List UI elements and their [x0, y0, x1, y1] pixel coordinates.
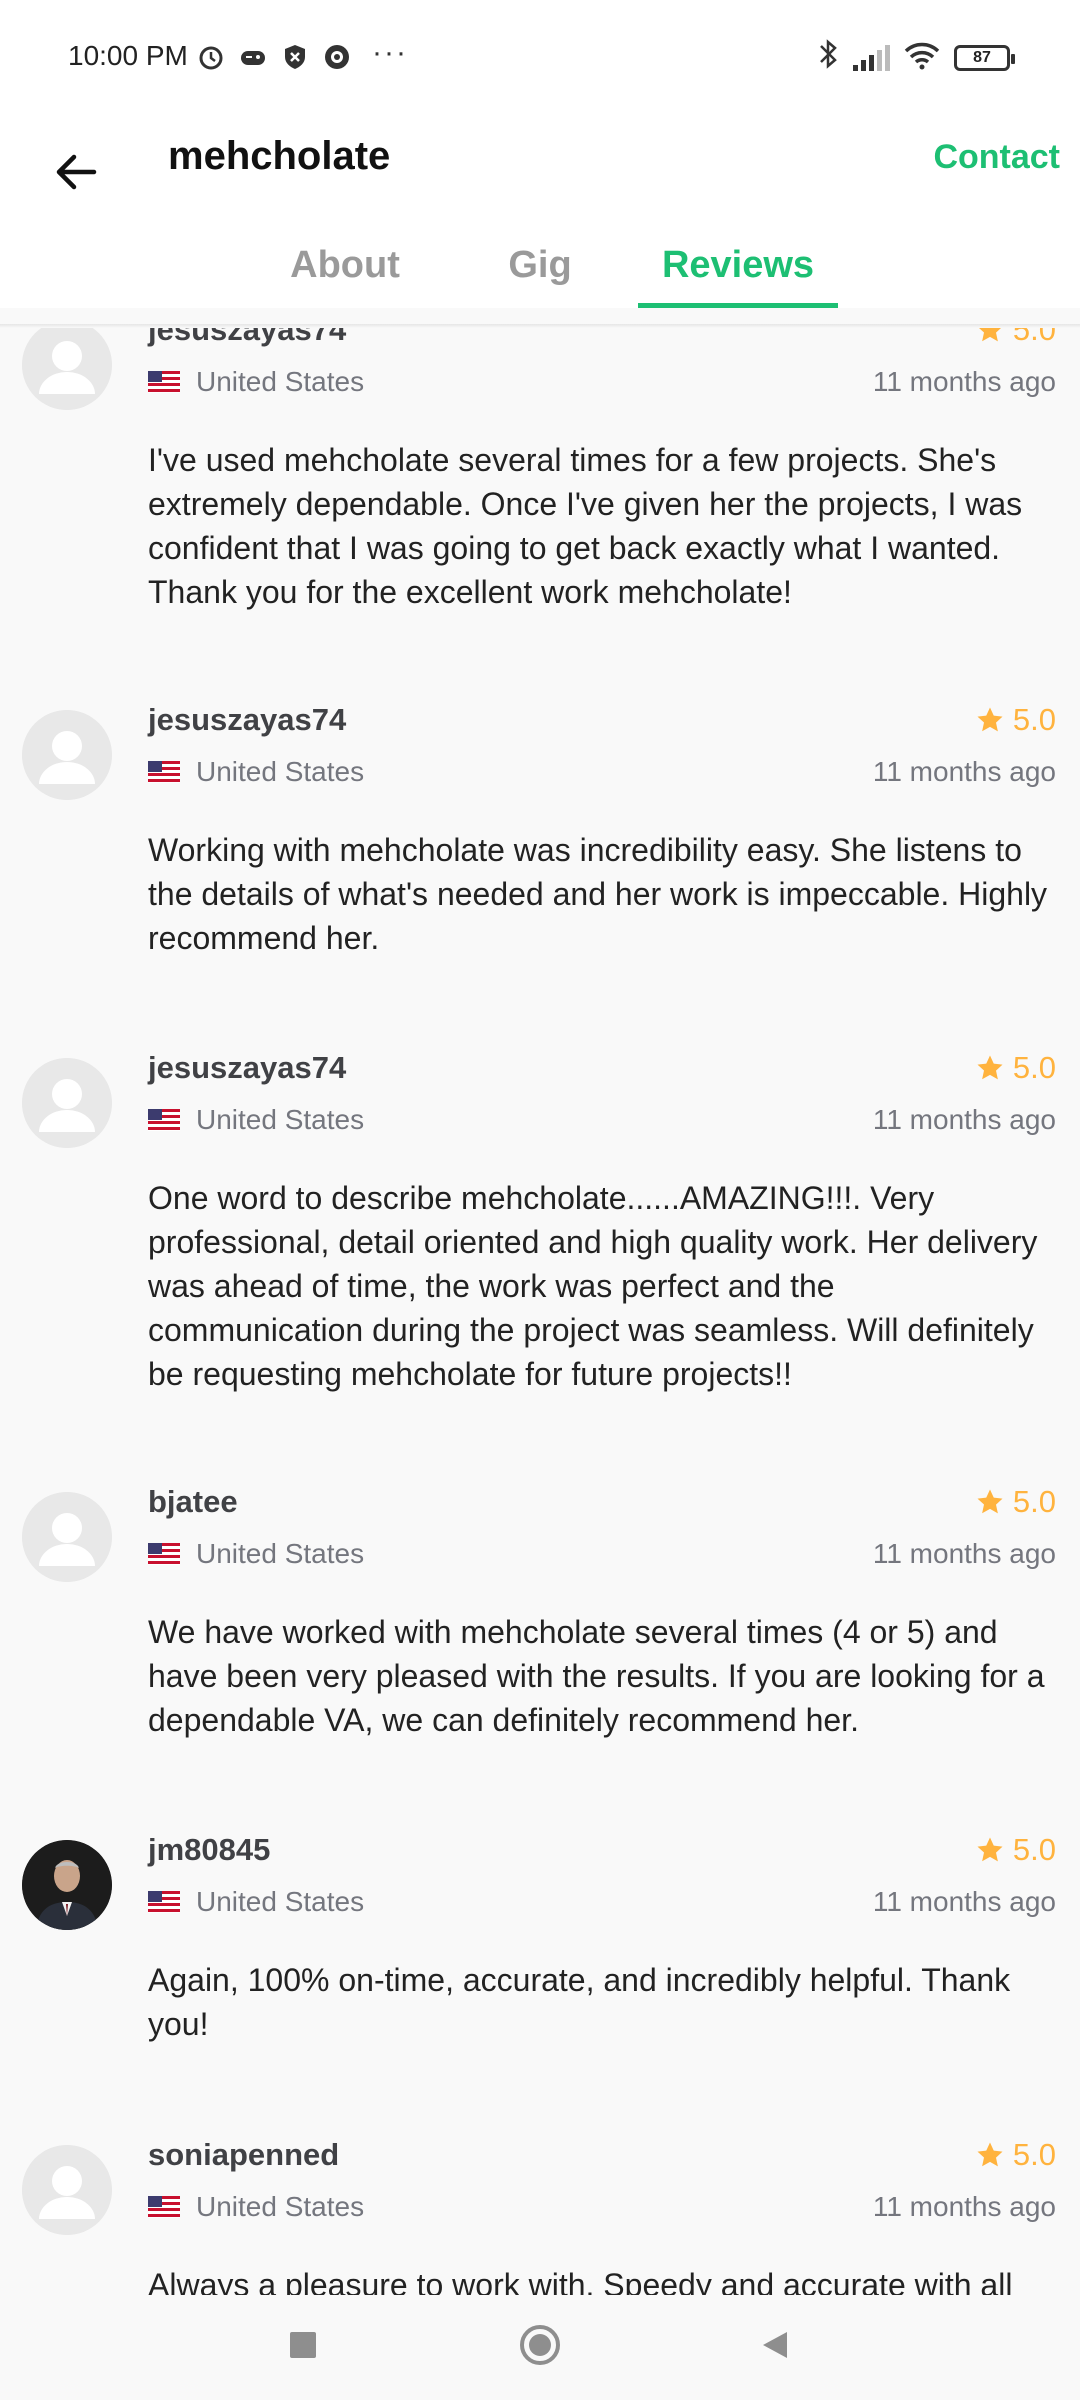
tab-active-indicator — [638, 303, 838, 308]
country-label: United States — [196, 2191, 365, 2222]
battery-icon: 87 — [954, 45, 1015, 71]
wifi-icon — [904, 42, 940, 75]
tab-reviews[interactable]: Reviews — [638, 244, 838, 308]
bluetooth-icon — [817, 38, 839, 78]
home-button[interactable] — [505, 2315, 575, 2375]
review-text: I've used mehcholate several times for a… — [148, 442, 1023, 610]
default-avatar-icon — [22, 710, 112, 800]
reviewer-country: United States — [148, 1886, 364, 1918]
avatar — [22, 710, 112, 800]
star-icon — [977, 1055, 1003, 1080]
review-time: 11 months ago — [872, 1104, 1056, 1135]
avatar — [22, 1492, 112, 1582]
star-icon — [977, 2142, 1003, 2167]
default-avatar-icon — [22, 1058, 112, 1148]
rating-value: 5.0 — [1012, 1484, 1056, 1519]
arrow-left-icon — [56, 154, 97, 190]
triangle-back-icon — [763, 2332, 787, 2358]
reviewer-name[interactable]: jm80845 — [148, 1832, 270, 1868]
recents-button[interactable] — [268, 2315, 338, 2375]
review-text: One word to describe mehcholate......AMA… — [148, 1180, 1038, 1392]
rating: 5.0 — [975, 2137, 1056, 2173]
signal-icon — [853, 45, 890, 71]
tab-about[interactable]: About — [270, 244, 420, 308]
country-label: United States — [196, 1886, 365, 1917]
star-icon — [977, 707, 1003, 732]
review-time: 11 months ago — [872, 1538, 1056, 1569]
square-icon — [290, 2332, 316, 2358]
back-button[interactable] — [36, 132, 116, 212]
country-label: United States — [196, 1104, 365, 1135]
app-screen: 10:00 PM ··· 87 mehcholate Contact About… — [0, 0, 1080, 2400]
star-icon — [977, 1837, 1003, 1862]
us-flag-icon — [148, 2196, 180, 2218]
system-icons: 87 — [817, 38, 1015, 78]
us-flag-icon — [148, 1543, 180, 1565]
reviewer-name[interactable]: jesuszayas74 — [148, 1050, 346, 1086]
reviewer-country: United States — [148, 1538, 364, 1570]
avatar — [22, 1840, 112, 1930]
rating: 5.0 — [975, 702, 1056, 738]
circle-icon — [520, 2325, 560, 2365]
reviewer-name[interactable]: bjatee — [148, 1484, 238, 1520]
rating: 5.0 — [975, 1484, 1056, 1520]
us-flag-icon — [148, 761, 180, 783]
rating: 5.0 — [975, 328, 1056, 348]
tab-gig[interactable]: Gig — [485, 244, 595, 308]
reviewer-country: United States — [148, 2191, 364, 2223]
review-time: 11 months ago — [872, 756, 1056, 787]
review-time: 11 months ago — [872, 1886, 1056, 1917]
rating-value: 5.0 — [1012, 2137, 1056, 2172]
us-flag-icon — [148, 371, 180, 393]
avatar — [22, 1058, 112, 1148]
us-flag-icon — [148, 1891, 180, 1913]
rating: 5.0 — [975, 1050, 1056, 1086]
star-icon — [977, 1489, 1003, 1514]
review-text: Always a pleasure to work with. Speedy a… — [148, 2267, 1013, 2295]
review-text: We have worked with mehcholate several t… — [148, 1614, 1045, 1738]
tab-bar: About Gig Reviews — [0, 228, 1080, 308]
reviewer-name[interactable]: jesuszayas74 — [148, 702, 346, 738]
rating: 5.0 — [975, 1832, 1056, 1868]
review-list[interactable]: jesuszayas74 5.0 United States 11 months… — [0, 328, 1080, 2295]
shield-x-icon — [280, 42, 310, 77]
play-circle-icon — [322, 42, 352, 77]
default-avatar-icon — [22, 328, 112, 410]
status-bar: 10:00 PM ··· 87 — [0, 0, 1080, 118]
review-time: 11 months ago — [872, 2191, 1056, 2222]
rating-value: 5.0 — [1012, 702, 1056, 737]
system-nav-bar — [0, 2295, 1080, 2400]
review-text: Again, 100% on-time, accurate, and incre… — [148, 1962, 1011, 2042]
rating-value: 5.0 — [1012, 328, 1056, 347]
page-title: mehcholate — [168, 134, 391, 178]
reviewer-country: United States — [148, 756, 364, 788]
reviewer-country: United States — [148, 1104, 364, 1136]
rating-value: 5.0 — [1012, 1050, 1056, 1085]
status-time: 10:00 PM — [68, 40, 188, 71]
more-notifications-icon: ··· — [372, 36, 408, 69]
reviewer-country: United States — [148, 366, 364, 398]
avatar — [22, 2145, 112, 2235]
contact-button[interactable]: Contact — [933, 138, 1060, 177]
country-label: United States — [196, 366, 365, 397]
star-icon — [978, 328, 1001, 342]
reviewer-name[interactable]: jesuszayas74 — [148, 328, 346, 348]
review-text: Working with mehcholate was incredibilit… — [148, 832, 1048, 956]
reviewer-name[interactable]: soniapenned — [148, 2137, 339, 2173]
user-photo-icon — [22, 1840, 112, 1930]
us-flag-icon — [148, 1109, 180, 1131]
back-nav-button[interactable] — [740, 2315, 810, 2375]
country-label: United States — [196, 1538, 365, 1569]
alarm-icon — [196, 42, 226, 77]
app-bar: mehcholate Contact About Gig Reviews — [0, 118, 1080, 308]
review-time: 11 months ago — [872, 366, 1056, 397]
default-avatar-icon — [22, 2145, 112, 2235]
game-controller-icon — [238, 42, 268, 77]
default-avatar-icon — [22, 1492, 112, 1582]
avatar — [22, 328, 112, 410]
rating-value: 5.0 — [1012, 1832, 1056, 1867]
notification-icons — [196, 42, 352, 77]
battery-level: 87 — [973, 49, 991, 66]
country-label: United States — [196, 756, 365, 787]
